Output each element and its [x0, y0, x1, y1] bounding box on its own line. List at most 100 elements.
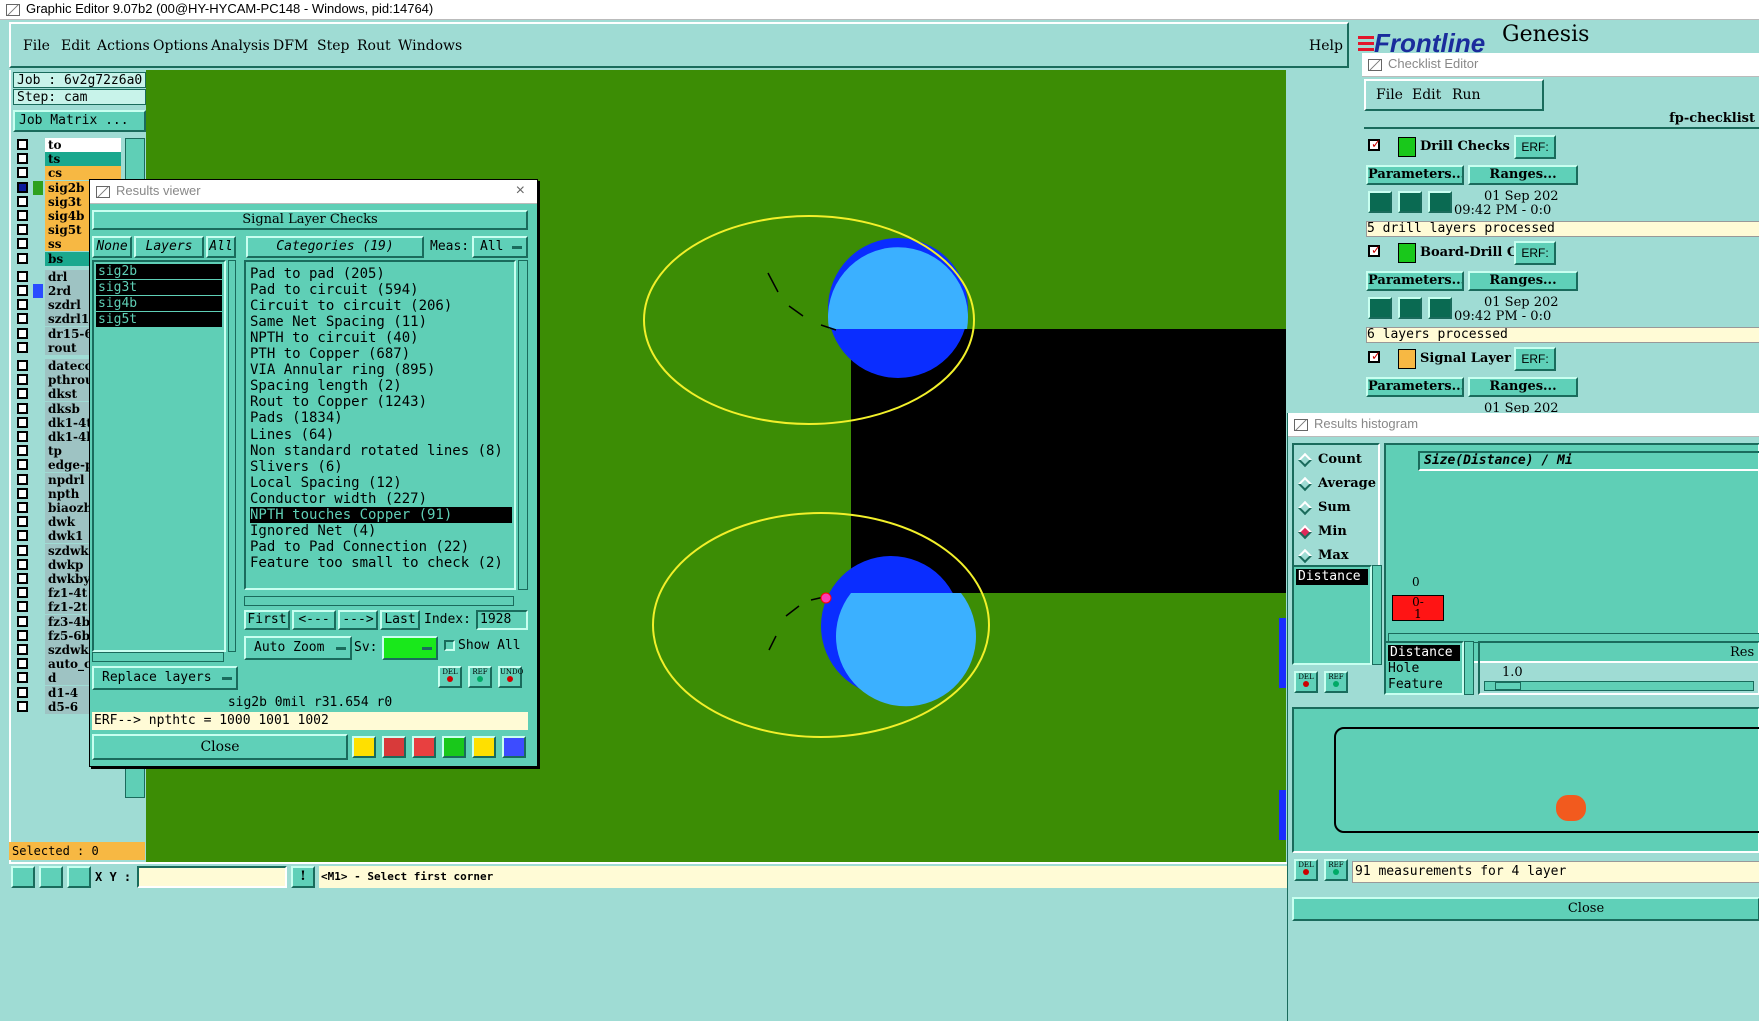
warning-button[interactable]: !: [291, 866, 315, 888]
select-tool-icon[interactable]: [11, 866, 35, 888]
attribute-item[interactable]: Feature: [1388, 677, 1443, 692]
result-layer-item[interactable]: sig5t: [96, 312, 222, 327]
category-item[interactable]: Pad to pad (205): [250, 266, 512, 282]
categories-list[interactable]: Pad to pad (205) Pad to circuit (594) Circ…: [244, 260, 516, 590]
result-layer-item[interactable]: sig3t: [96, 280, 222, 295]
layer-checkbox[interactable]: [17, 224, 28, 236]
replace-layers-dropdown[interactable]: Replace layers: [92, 666, 238, 690]
layer-name[interactable]: to: [45, 138, 121, 152]
measure-tool-icon[interactable]: [39, 866, 63, 888]
layer-checkbox[interactable]: [17, 601, 28, 613]
layer-checkbox[interactable]: [17, 388, 28, 400]
category-item[interactable]: Pad to Pad Connection (22): [250, 539, 512, 555]
category-item[interactable]: Rout to Copper (1243): [250, 394, 512, 410]
layer-checkbox[interactable]: [17, 686, 28, 698]
resolution-slider[interactable]: [1484, 681, 1754, 691]
aggregate-radio[interactable]: Sum: [1296, 499, 1380, 519]
layer-checkbox[interactable]: [17, 502, 28, 513]
parameters-button[interactable]: Parameters...: [1366, 377, 1464, 397]
layer-checkbox[interactable]: [17, 167, 28, 179]
menu-rout[interactable]: Rout: [357, 38, 391, 54]
job-matrix-button[interactable]: Job Matrix ...: [13, 110, 146, 132]
first-button[interactable]: First: [244, 610, 290, 630]
layer-list-scrollbar[interactable]: [228, 260, 236, 652]
layer-checkbox[interactable]: [17, 313, 28, 325]
layer-checkbox[interactable]: [17, 341, 28, 353]
close-button[interactable]: Close: [92, 734, 348, 760]
attribute-list[interactable]: Distance Hole Feature: [1384, 641, 1464, 695]
item-checkbox[interactable]: ✓: [1368, 349, 1381, 363]
close-icon[interactable]: ×: [516, 180, 525, 202]
result-layer-item[interactable]: sig2b: [96, 264, 222, 279]
layer-checkbox[interactable]: [17, 181, 28, 193]
none-button[interactable]: None: [92, 236, 132, 258]
category-item[interactable]: NPTH to circuit (40): [250, 330, 512, 346]
layer-checkbox[interactable]: [17, 360, 28, 371]
histogram-close-button[interactable]: Close: [1292, 897, 1759, 921]
aggregate-radio[interactable]: Count: [1296, 451, 1380, 471]
category-item[interactable]: Spacing length (2): [250, 378, 512, 394]
categories-hscrollbar[interactable]: [244, 596, 514, 606]
layer-checkbox[interactable]: [17, 459, 28, 471]
delete-icon[interactable]: DEL: [438, 666, 462, 688]
layer-checkbox[interactable]: [17, 416, 28, 428]
layer-name[interactable]: ts: [45, 152, 121, 167]
erf-button[interactable]: ERF:: [1514, 241, 1556, 265]
run-icon[interactable]: [1368, 297, 1392, 319]
menu-file[interactable]: File: [23, 38, 50, 54]
report-tool-icon[interactable]: [472, 736, 496, 758]
layer-checkbox[interactable]: [17, 615, 28, 627]
item-checkbox[interactable]: ✓: [1368, 137, 1381, 151]
layer-checkbox[interactable]: [17, 210, 28, 221]
menu-edit[interactable]: Edit: [61, 38, 90, 54]
chart-tool-icon[interactable]: [502, 736, 526, 758]
layer-checkbox[interactable]: [17, 658, 28, 670]
delete-icon[interactable]: DEL: [1294, 671, 1318, 693]
show-all-checkbox[interactable]: [444, 640, 455, 651]
layer-checkbox[interactable]: [17, 573, 28, 584]
stop-icon[interactable]: [1428, 191, 1452, 213]
display-tool-icon[interactable]: [382, 736, 406, 758]
next-button[interactable]: --->: [338, 610, 378, 630]
run-icon[interactable]: [1398, 297, 1422, 319]
categories-button[interactable]: Categories (19): [246, 236, 424, 258]
histogram-list[interactable]: Distance: [1292, 565, 1372, 665]
run-icon[interactable]: [1368, 191, 1392, 213]
layers-button[interactable]: Layers: [134, 236, 204, 258]
layer-checkbox[interactable]: [17, 473, 28, 485]
category-item[interactable]: Local Spacing (12): [250, 475, 512, 491]
checklist-tool-icon[interactable]: [442, 736, 466, 758]
category-item[interactable]: Conductor width (227): [250, 491, 512, 507]
radio-indicator[interactable]: [1297, 524, 1313, 540]
layer-checkbox[interactable]: [17, 270, 28, 282]
category-item[interactable]: Lines (64): [250, 427, 512, 443]
delete-icon[interactable]: DEL: [1294, 859, 1318, 881]
layer-checkbox[interactable]: [17, 252, 28, 264]
menu-options[interactable]: Options: [153, 38, 208, 54]
category-item[interactable]: Slivers (6): [250, 459, 512, 475]
ranges-button[interactable]: Ranges...: [1468, 271, 1578, 291]
layer-checkbox[interactable]: [17, 644, 28, 655]
layer-checkbox[interactable]: [17, 431, 28, 442]
layer-checkbox[interactable]: [17, 558, 28, 570]
layer-checkbox[interactable]: [17, 700, 28, 712]
results-layer-list[interactable]: sig2b sig3t sig4b sig5t: [92, 260, 226, 652]
layer-checkbox[interactable]: [17, 530, 28, 542]
menu-actions[interactable]: Actions: [97, 38, 150, 54]
all-layers-button[interactable]: All: [206, 236, 236, 258]
stop-icon[interactable]: [1428, 297, 1452, 319]
radio-indicator[interactable]: [1297, 500, 1313, 516]
prev-button[interactable]: <---: [292, 610, 336, 630]
run-icon[interactable]: [1398, 191, 1422, 213]
xy-input[interactable]: [137, 866, 287, 888]
layer-checkbox[interactable]: [17, 445, 28, 457]
menu-help[interactable]: Help: [1309, 38, 1343, 54]
item-checkbox[interactable]: ✓: [1368, 243, 1381, 257]
last-button[interactable]: Last: [380, 610, 420, 630]
erf-button[interactable]: ERF:: [1514, 347, 1556, 371]
category-item[interactable]: Non standard rotated lines (8): [250, 443, 512, 459]
layer-checkbox[interactable]: [17, 139, 28, 150]
auto-zoom-dropdown[interactable]: Auto Zoom: [244, 636, 352, 660]
attribute-scrollbar[interactable]: [1464, 641, 1474, 695]
category-item[interactable]: Pads (1834): [250, 410, 512, 426]
